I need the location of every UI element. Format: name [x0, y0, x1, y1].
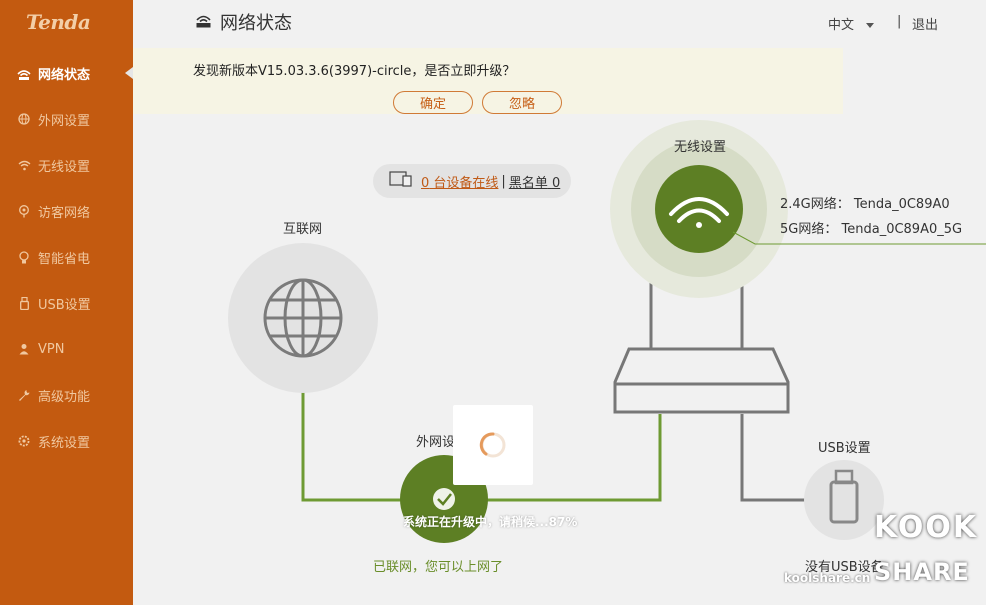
sidebar-item-advanced[interactable]: 高级功能 — [0, 380, 133, 410]
globe-icon — [17, 112, 31, 126]
devices-icon — [389, 171, 413, 191]
sidebar-item-label: 系统设置 — [38, 435, 91, 451]
sidebar-item-network-status[interactable]: 网络状态 — [0, 58, 133, 88]
caret-down-icon — [866, 23, 875, 28]
gear-icon — [17, 434, 31, 448]
confirm-upgrade-button[interactable]: 确定 — [393, 91, 473, 114]
sidebar-item-label: USB设置 — [38, 297, 91, 313]
spinner-icon — [479, 432, 506, 458]
upgrade-message: 发现新版本V15.03.3.6(3997)-circle，是否立即升级？ — [193, 64, 516, 79]
wifi-icon — [17, 158, 31, 172]
device-status-pill: 0 台设备在线 | 黑名单 0 — [373, 164, 571, 198]
wrench-icon — [17, 388, 31, 402]
tenda-logo: Tenda — [26, 10, 91, 34]
sidebar: Tenda 网络状态 外网设置 无线设置 访客网络 智能省电 USB设置 VPN… — [0, 0, 133, 605]
sidebar-item-usb[interactable]: USB设置 — [0, 288, 133, 318]
sidebar-item-label: 无线设置 — [38, 159, 91, 175]
sidebar-item-label: 智能省电 — [38, 251, 91, 267]
connected-message: 已联网，您可以上网了 — [373, 560, 504, 575]
guest-icon — [17, 204, 31, 218]
sidebar-item-power-saving[interactable]: 智能省电 — [0, 242, 133, 272]
koolshare-watermark: KOOK SHARE — [874, 510, 979, 586]
header-separator: | — [897, 14, 902, 29]
network-diagram: 0 台设备在线 | 黑名单 0 互联网 无线设置 2.4G网络： Tenda_0… — [133, 114, 986, 605]
sidebar-item-wireless[interactable]: 无线设置 — [0, 150, 133, 180]
devices-divider: | — [501, 173, 506, 189]
usb-icon — [17, 296, 31, 310]
upgrade-loader — [453, 405, 533, 485]
usb-label[interactable]: USB设置 — [818, 437, 871, 456]
sidebar-item-guest[interactable]: 访客网络 — [0, 196, 133, 226]
sidebar-item-vpn[interactable]: VPN — [0, 334, 133, 364]
upgrade-progress-text: 系统正在升级中，请稍候...87% — [403, 515, 578, 529]
wifi-24g-info: 2.4G网络： Tenda_0C89A0 — [780, 197, 950, 212]
ignore-upgrade-button[interactable]: 忽略 — [482, 91, 562, 114]
sidebar-item-label: 访客网络 — [38, 205, 91, 221]
watermark-site: koolshare.cn — [784, 571, 871, 585]
network-status-icon — [17, 66, 31, 80]
blacklist-link[interactable]: 黑名单 0 — [509, 172, 560, 191]
logout-link[interactable]: 退出 — [912, 14, 938, 33]
sidebar-item-label: 高级功能 — [38, 389, 91, 405]
vpn-icon — [17, 342, 31, 356]
upgrade-banner: 发现新版本V15.03.3.6(3997)-circle，是否立即升级？ 确定 … — [133, 48, 843, 114]
sidebar-item-system[interactable]: 系统设置 — [0, 426, 133, 456]
language-select[interactable]: 中文 — [828, 14, 875, 33]
sidebar-item-label: 外网设置 — [38, 113, 91, 129]
wireless-label[interactable]: 无线设置 — [674, 136, 726, 155]
sidebar-item-label: VPN — [38, 341, 65, 357]
router-icon — [195, 12, 212, 33]
active-pointer — [125, 67, 133, 79]
header: 网络状态 中文 | 退出 — [133, 0, 986, 48]
bulb-icon — [17, 250, 31, 264]
wifi-5g-info: 5G网络： Tenda_0C89A0_5G — [780, 222, 963, 237]
wan-label[interactable]: 外网设 — [416, 431, 455, 450]
internet-label: 互联网 — [283, 222, 323, 237]
sidebar-item-label: 网络状态 — [38, 67, 91, 83]
sidebar-item-wan[interactable]: 外网设置 — [0, 104, 133, 134]
page-title: 网络状态 — [195, 9, 292, 35]
online-devices-link[interactable]: 0 台设备在线 — [421, 172, 498, 191]
